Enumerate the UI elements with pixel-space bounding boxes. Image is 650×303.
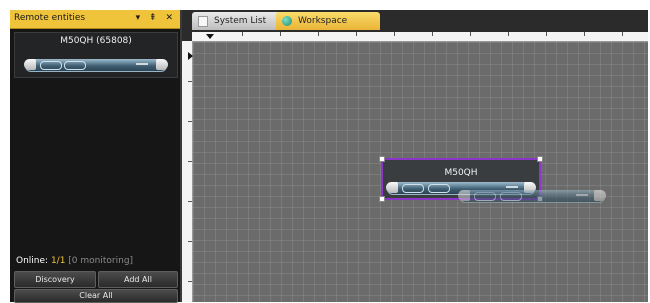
ruler-tick xyxy=(622,32,623,36)
ruler-marker-icon[interactable] xyxy=(206,34,214,39)
device-indicator xyxy=(506,186,518,188)
device-indicator xyxy=(576,194,588,196)
monitoring-status: [0 monitoring] xyxy=(68,256,134,266)
port-pill xyxy=(474,192,496,201)
online-count: 1/1 xyxy=(50,256,66,266)
horizontal-ruler xyxy=(192,32,648,42)
tab-label: Workspace xyxy=(298,16,348,26)
ruler-tick xyxy=(584,32,585,36)
device-bar-left-cap xyxy=(386,182,398,193)
online-label: Online: xyxy=(16,256,49,266)
port-pill xyxy=(428,184,450,193)
ruler-tick xyxy=(470,32,471,36)
ruler-tick xyxy=(432,32,433,36)
remote-device-name: M50QH (65808) xyxy=(60,36,132,46)
panel-controls[interactable]: ▾ ⇞ ✕ xyxy=(136,13,176,23)
port-pill xyxy=(500,192,522,201)
ruler-tick xyxy=(546,32,547,36)
ruler-tick xyxy=(188,241,192,242)
dragged-device-preview xyxy=(458,190,606,203)
device-bar-left-cap xyxy=(458,190,470,201)
selection-handle[interactable] xyxy=(379,156,385,162)
discovery-button[interactable]: Discovery xyxy=(14,271,96,288)
ruler-tick xyxy=(280,32,281,36)
panel-title: Remote entities xyxy=(14,13,86,23)
device-bar-left-cap xyxy=(24,59,36,70)
ruler-tick xyxy=(188,281,192,282)
ruler-tick xyxy=(508,32,509,36)
tab-bar: System List Workspace xyxy=(182,10,648,32)
vertical-ruler xyxy=(182,41,193,302)
device-indicator xyxy=(136,63,148,65)
add-all-button[interactable]: Add All xyxy=(98,271,178,288)
selection-handle[interactable] xyxy=(379,196,385,202)
document-icon xyxy=(198,16,208,27)
ruler-tick xyxy=(188,161,192,162)
port-pill xyxy=(64,61,86,70)
port-pill xyxy=(402,184,424,193)
selection-handle[interactable] xyxy=(537,156,543,162)
ruler-tick xyxy=(356,32,357,36)
device-bar-right-cap xyxy=(594,190,606,201)
tab-workspace[interactable]: Workspace xyxy=(276,12,380,30)
workspace-device-name: M50QH xyxy=(444,168,478,178)
tab-system-list[interactable]: System List xyxy=(192,12,288,30)
ruler-tick xyxy=(188,121,192,122)
port-pill xyxy=(40,61,62,70)
workspace-canvas[interactable]: M50QH xyxy=(193,42,648,302)
app-window: Remote entities ▾ ⇞ ✕ M50QH (65808) Onli… xyxy=(10,10,648,303)
clear-all-button[interactable]: Clear All xyxy=(14,289,178,303)
device-bar[interactable] xyxy=(24,59,168,72)
globe-icon xyxy=(282,16,292,26)
tab-label: System List xyxy=(214,16,267,26)
online-status: Online: 1/1 [0 monitoring] xyxy=(16,256,133,266)
remote-device-card[interactable]: M50QH (65808) xyxy=(14,32,178,78)
panel-header: Remote entities ▾ ⇞ ✕ xyxy=(10,10,180,29)
ruler-tick xyxy=(188,81,192,82)
device-bar-right-cap xyxy=(156,59,168,70)
ruler-tick xyxy=(318,32,319,36)
ruler-tick xyxy=(394,32,395,36)
ruler-tick xyxy=(188,201,192,202)
ruler-tick xyxy=(242,32,243,36)
remote-entities-panel: Remote entities ▾ ⇞ ✕ M50QH (65808) Onli… xyxy=(10,10,182,303)
